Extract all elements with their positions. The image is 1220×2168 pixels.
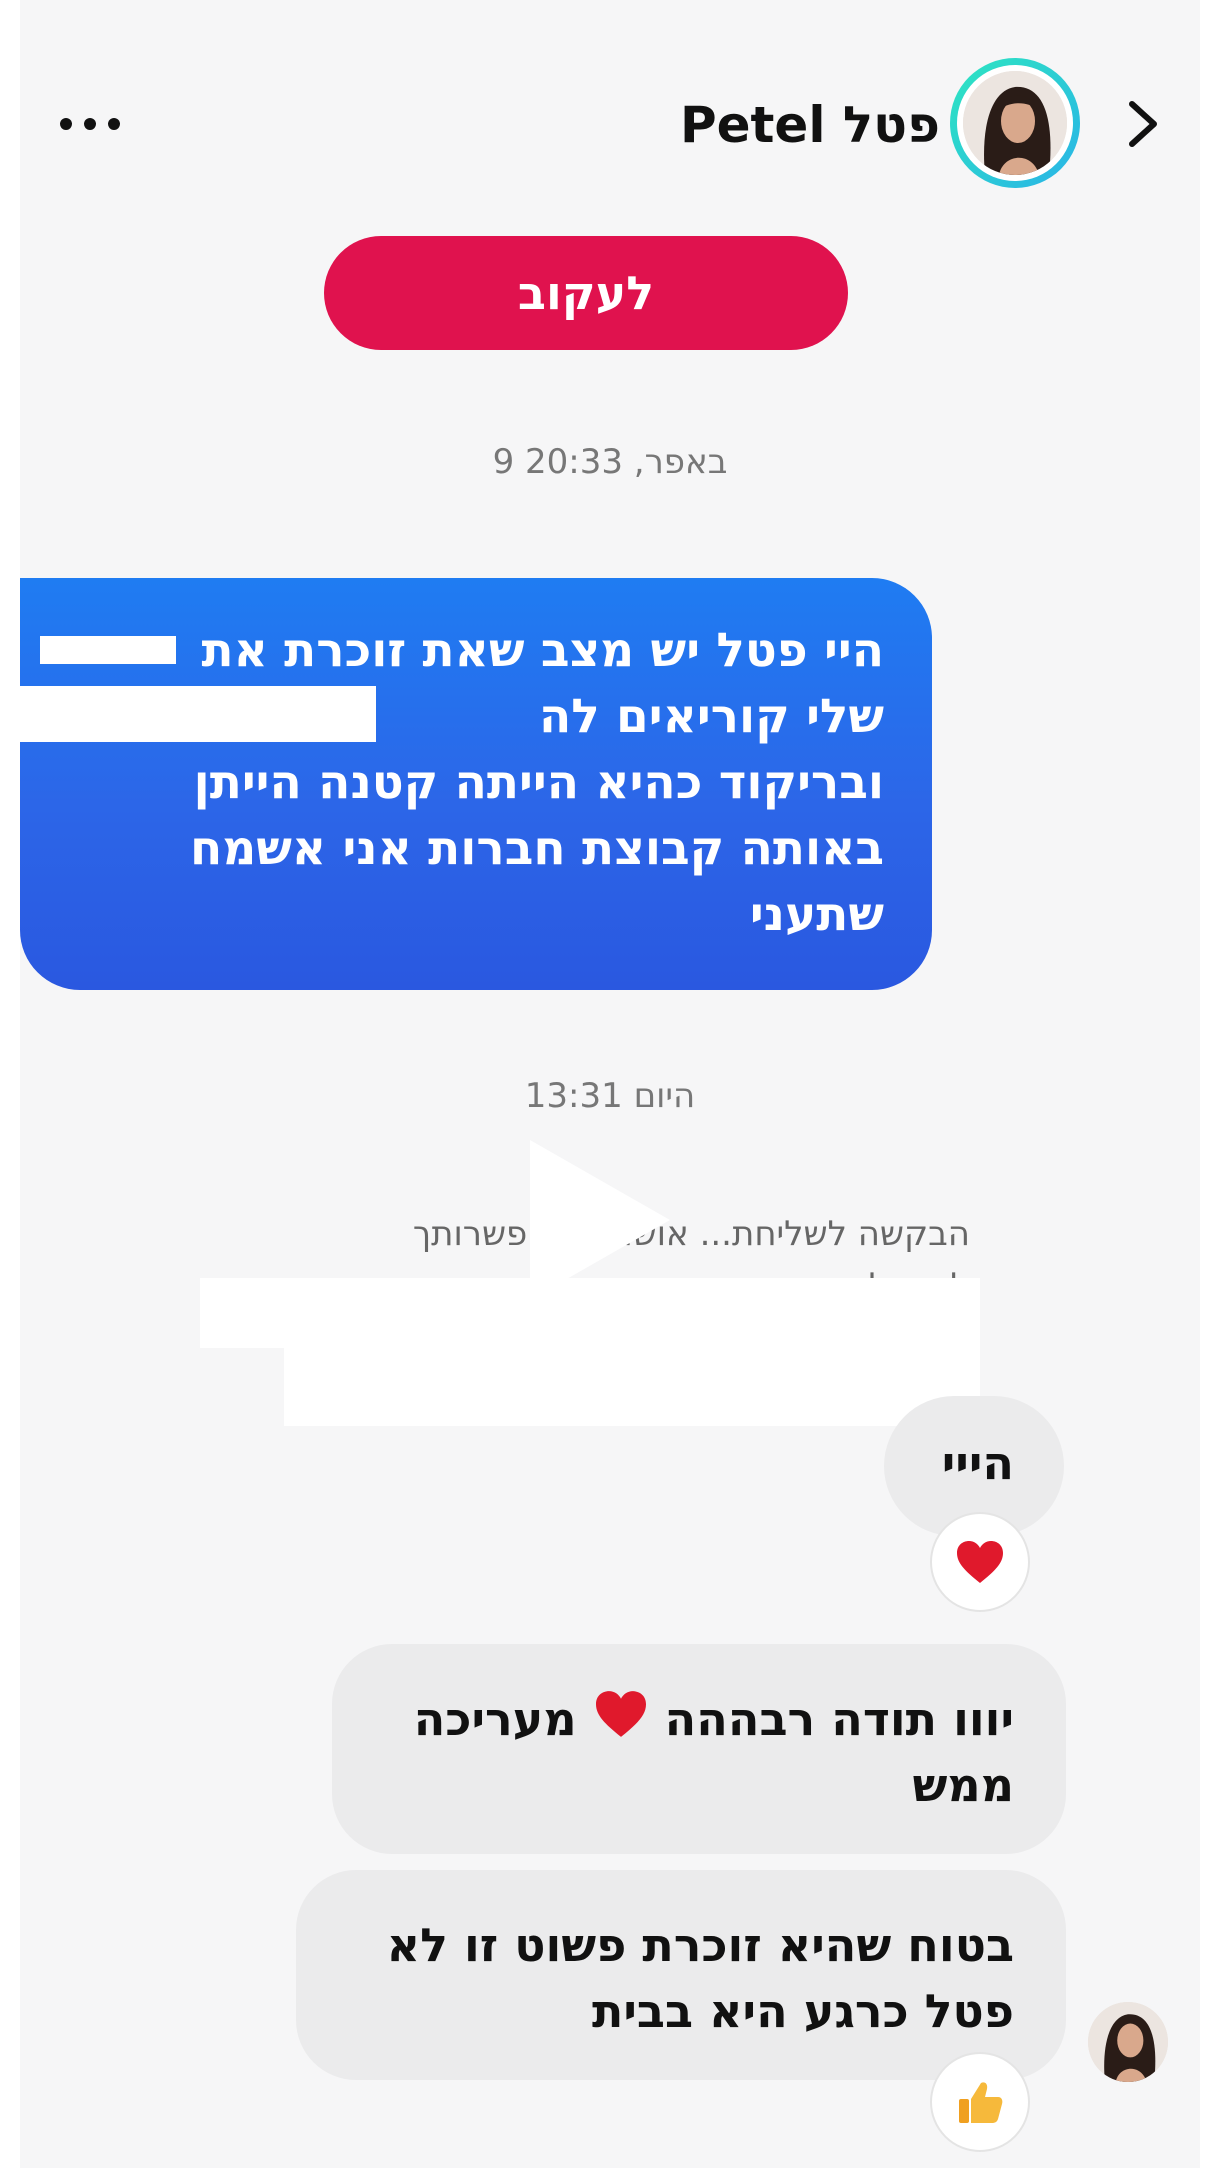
- message-line: שתעני: [749, 887, 884, 942]
- heart-icon: [957, 1541, 1003, 1583]
- incoming-message-bubble[interactable]: יווו תודה רבההה מעריכה ממש: [332, 1644, 1066, 1854]
- message-timestamp: באפר, 20:33 9: [492, 442, 728, 482]
- message-text: יווו תודה רבההה: [664, 1692, 1014, 1746]
- avatar-photo: [963, 71, 1067, 175]
- follow-button[interactable]: לעקוב: [324, 236, 848, 350]
- message-line: יווו תודה רבההה מעריכה: [380, 1686, 1014, 1752]
- contact-avatar[interactable]: [950, 58, 1080, 188]
- message-timestamp: היום 13:31: [524, 1076, 696, 1116]
- message-line: בטוח שהיא זוכרת פשוט זו לא: [386, 1918, 1014, 1972]
- message-text: הייי: [941, 1436, 1014, 1490]
- message-line: היי פטל יש מצב שאת זוכרת את: [201, 623, 884, 678]
- redaction-block: [200, 1278, 980, 1348]
- message-line: באותה קבוצת חברות אני אשמח: [189, 821, 884, 876]
- thumbs-up-reaction[interactable]: [930, 2052, 1030, 2152]
- thumbs-up-icon: [959, 2082, 1003, 2123]
- message-text: מעריכה: [413, 1692, 577, 1746]
- chat-screen: Petel פטל לעקוב באפר, 20:33 9 היי פטל יש…: [20, 0, 1200, 2168]
- heart-reaction[interactable]: [930, 1512, 1030, 1612]
- redaction-block: [284, 1340, 980, 1426]
- chat-header: Petel פטל: [20, 40, 1200, 210]
- message-line: פטל כרגע היא בבית: [591, 1984, 1014, 2038]
- redaction-block: [40, 636, 176, 664]
- more-options-icon[interactable]: [60, 114, 130, 134]
- heart-icon: [595, 1691, 646, 1737]
- contact-name[interactable]: Petel פטל: [680, 96, 940, 154]
- redaction-block: [20, 686, 376, 742]
- incoming-message-bubble[interactable]: בטוח שהיא זוכרת פשוט זו לא פטל כרגע היא …: [296, 1870, 1066, 2080]
- play-icon[interactable]: [490, 1130, 690, 1300]
- message-line: ובריקוד כהיא הייתה קטנה הייתן: [193, 755, 884, 810]
- message-line: ממש: [912, 1758, 1014, 1812]
- chevron-right-icon[interactable]: [1118, 94, 1168, 154]
- sender-avatar[interactable]: [1088, 2002, 1168, 2082]
